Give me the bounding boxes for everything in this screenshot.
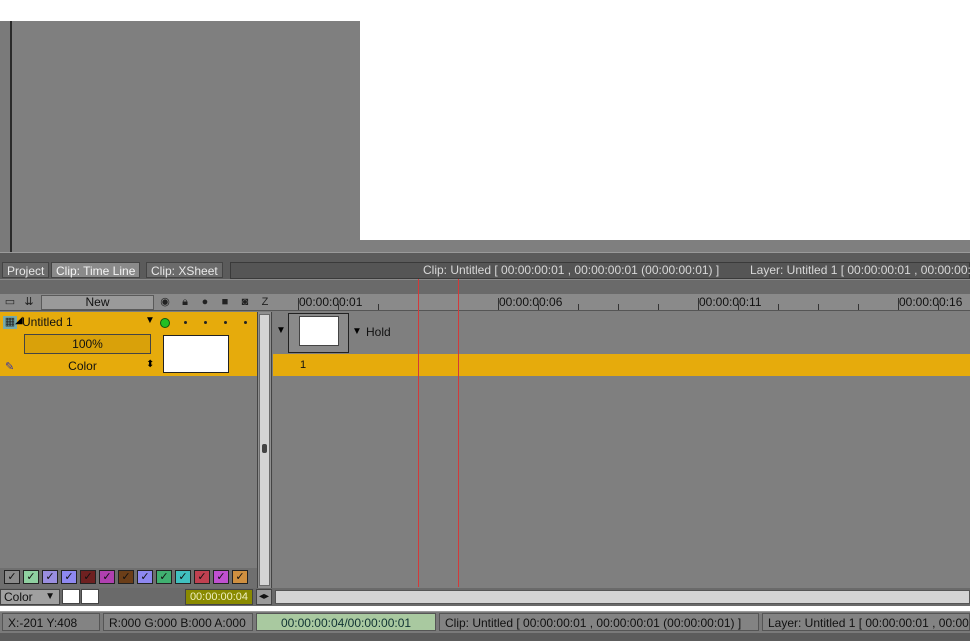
ruler-minor-tick bbox=[858, 304, 859, 310]
camera-toggle-dot[interactable] bbox=[244, 321, 247, 324]
light-toggle-dot[interactable] bbox=[204, 321, 207, 324]
status-clip-info: Clip: Untitled [ 00:00:00:01 , 00:00:00:… bbox=[439, 613, 759, 631]
ruler-minor-tick bbox=[658, 304, 659, 310]
background-color-swatch[interactable] bbox=[81, 589, 99, 604]
color-label-swatch[interactable]: ✓ bbox=[80, 570, 96, 584]
visibility-on-icon[interactable] bbox=[160, 318, 170, 328]
folder-icon[interactable]: ▭ bbox=[3, 296, 17, 309]
tab-clip-xsheet[interactable]: Clip: XSheet bbox=[146, 262, 223, 278]
color-label-swatch[interactable]: ✓ bbox=[213, 570, 229, 584]
hold-label[interactable]: Hold bbox=[366, 325, 391, 339]
ruler-minor-tick bbox=[578, 304, 579, 310]
playhead-in-marker[interactable] bbox=[418, 279, 419, 587]
pixel-rgba: R:000 G:000 B:000 A:000 bbox=[103, 613, 253, 631]
current-time-field[interactable]: 00:00:00:04 bbox=[185, 589, 253, 605]
horizontal-scrollbar[interactable] bbox=[275, 590, 970, 604]
import-icon[interactable]: ⇊ bbox=[22, 296, 36, 309]
foreground-color-swatch[interactable] bbox=[62, 589, 80, 604]
lightbulb-icon[interactable]: ● bbox=[198, 296, 212, 309]
hold-dropdown-icon[interactable]: ▼ bbox=[352, 326, 362, 337]
layer-dropdown-icon[interactable]: ▼ bbox=[145, 315, 155, 326]
tab-clip-time-line[interactable]: Clip: Time Line bbox=[51, 262, 141, 278]
ruler-label: 00:00:00:06 bbox=[499, 295, 563, 309]
ruler-minor-tick bbox=[618, 304, 619, 310]
color-label-swatch[interactable]: ✓ bbox=[156, 570, 172, 584]
pencil-icon[interactable]: ✎ bbox=[5, 360, 14, 373]
viewer-bottom-border bbox=[12, 240, 970, 252]
viewer-canvas-background[interactable] bbox=[12, 21, 360, 252]
eye-icon[interactable]: ◉ bbox=[158, 296, 172, 309]
viewer-left-border bbox=[0, 21, 12, 252]
panel-divider[interactable] bbox=[0, 279, 970, 294]
ruler-minor-tick bbox=[378, 304, 379, 310]
tab-project[interactable]: Project bbox=[2, 262, 50, 278]
layer-range-text: Layer: Untitled 1 [ 00:00:00:01 , 00:00:… bbox=[750, 263, 970, 277]
color-label-swatch[interactable]: ✓ bbox=[42, 570, 58, 584]
ruler-label: 00:00:00:01 bbox=[299, 295, 363, 309]
lock-icon[interactable]: 🔒︎ bbox=[178, 296, 192, 309]
scroll-grip-handle[interactable] bbox=[262, 444, 267, 453]
bottom-strip bbox=[0, 633, 970, 641]
chevron-down-icon: ▼ bbox=[45, 591, 55, 602]
ruler-label: 00:00:00:16 bbox=[899, 295, 963, 309]
status-layer-info: Layer: Untitled 1 [ 00:00:00:01 , 00:00:… bbox=[762, 613, 970, 631]
color-label-swatch[interactable]: ✓ bbox=[137, 570, 153, 584]
ruler-minor-tick bbox=[778, 304, 779, 310]
status-time: 00:00:00:04/00:00:00:01 bbox=[256, 613, 436, 631]
color-label-swatch[interactable]: ✓ bbox=[4, 570, 20, 584]
color-label-swatch[interactable]: ✓ bbox=[175, 570, 191, 584]
mask-icon[interactable]: ■ bbox=[218, 296, 232, 309]
layer-thumbnail bbox=[163, 335, 229, 373]
blend-mode-select[interactable]: Color bbox=[24, 359, 141, 373]
layer-name[interactable]: Untitled 1 bbox=[22, 315, 73, 329]
mask-toggle-dot[interactable] bbox=[224, 321, 227, 324]
color-label-swatch[interactable]: ✓ bbox=[194, 570, 210, 584]
clip-range-text: Clip: Untitled [ 00:00:00:01 , 00:00:00:… bbox=[423, 263, 720, 277]
z-order-label: Z bbox=[261, 296, 269, 308]
ruler-label: 00:00:00:11 bbox=[699, 295, 762, 309]
new-layer-button[interactable]: New bbox=[41, 295, 154, 310]
frame-number: 1 bbox=[300, 359, 307, 371]
ruler-minor-tick bbox=[818, 304, 819, 310]
scroll-arrows-icon[interactable]: ◂▸ bbox=[256, 589, 272, 605]
camera-icon[interactable]: ◙ bbox=[238, 296, 252, 309]
blend-stepper-icon[interactable]: ⬍ bbox=[146, 359, 154, 370]
cursor-coords: X:-201 Y:408 bbox=[2, 613, 100, 631]
lock-toggle-dot[interactable] bbox=[184, 321, 187, 324]
color-label-swatch[interactable]: ✓ bbox=[99, 570, 115, 584]
color-mode-select[interactable]: Color ▼ bbox=[0, 589, 60, 605]
color-label-swatch[interactable]: ✓ bbox=[118, 570, 134, 584]
playhead-out-marker[interactable] bbox=[458, 279, 459, 587]
color-mode-label: Color bbox=[4, 590, 33, 604]
color-label-swatch[interactable]: ✓ bbox=[61, 570, 77, 584]
color-label-swatch[interactable]: ✓ bbox=[232, 570, 248, 584]
opacity-field[interactable]: 100% bbox=[24, 334, 151, 354]
layer-track[interactable] bbox=[273, 354, 970, 376]
track-collapse-icon[interactable]: ▼ bbox=[276, 325, 286, 336]
clip-thumbnail[interactable] bbox=[299, 316, 339, 346]
color-label-swatch[interactable]: ✓ bbox=[23, 570, 39, 584]
